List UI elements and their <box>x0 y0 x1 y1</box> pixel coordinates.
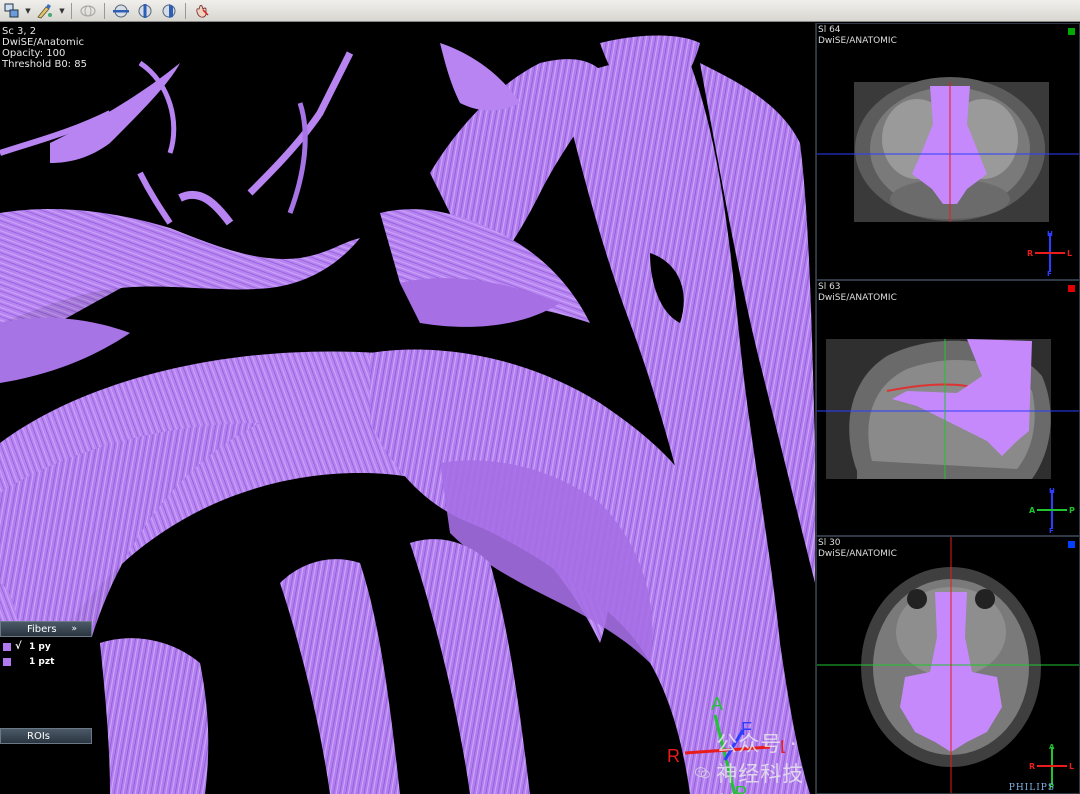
fiber-item[interactable]: 1 pzt <box>0 654 92 669</box>
slice-pane-sagittal[interactable]: Sl 63 DwiSE/ANATOMIC H A P F <box>816 280 1080 536</box>
axis-top-label: H <box>1047 230 1053 238</box>
axis-right-label: P <box>1069 506 1075 515</box>
orientation-mini-sagittal: H A P F <box>1029 487 1075 535</box>
rois-panel-header[interactable]: ROIs <box>0 728 92 744</box>
sphere-icon <box>80 4 96 17</box>
fiber-item[interactable]: √ 1 py <box>0 639 92 654</box>
slice-coronal-button[interactable] <box>158 2 180 20</box>
axis-top-label: A <box>1049 743 1055 751</box>
opacity-label: Opacity: 100 <box>2 48 66 59</box>
axis-top-label: H <box>1049 487 1055 495</box>
orientation-mini-coronal: H R L F <box>1027 230 1072 278</box>
view-layout-icon <box>4 3 19 17</box>
slice-coronal-icon <box>162 3 176 18</box>
tractography-3d-view[interactable]: Sc 3, 2 DwiSE/Anatomic Opacity: 100 Thre… <box>0 23 816 794</box>
slice-axial-button[interactable] <box>110 2 132 20</box>
slice-sagittal-button[interactable] <box>134 2 156 20</box>
hand-pan-button[interactable] <box>191 2 213 20</box>
series-label: DwiSE/Anatomic <box>2 37 85 48</box>
view-info-overlay: Sc 3, 2 DwiSE/Anatomic Opacity: 100 Thre… <box>2 26 87 70</box>
fibers-panel: Fibers » √ 1 py 1 pzt ROIs <box>0 621 92 794</box>
wechat-icon <box>695 767 710 779</box>
axis-bottom-label: F <box>1047 270 1052 278</box>
axis-right-label: L <box>1067 249 1072 258</box>
scan-label: Sc 3, 2 <box>2 26 37 37</box>
axis-right-label: L <box>1069 762 1074 771</box>
fiber-color-swatch[interactable] <box>3 657 11 666</box>
watermark-text: 公众号 · 神经科技前沿 <box>716 732 805 794</box>
axis-label-anterior: A <box>711 694 723 714</box>
axis-left-label: R <box>1027 249 1033 258</box>
slice-pane-axial[interactable]: Sl 30 DwiSE/ANATOMIC A R L P PHILIPS <box>816 536 1080 794</box>
slice-pane-coronal[interactable]: Sl 64 DwiSE/ANATOMIC H R L F <box>816 23 1080 280</box>
fiber-item-label: 1 pzt <box>29 656 55 667</box>
view-layout-dropdown[interactable]: ▼ <box>24 2 32 20</box>
fiber-draw-button[interactable] <box>34 2 56 20</box>
toolbar: ▼ ▼ <box>0 0 1080 22</box>
expand-icon[interactable]: » <box>71 624 77 634</box>
fibers-panel-header[interactable]: Fibers » <box>0 621 92 637</box>
slice-sagittal-icon <box>138 3 152 18</box>
rois-panel-title: ROIs <box>27 730 50 742</box>
toolbar-separator <box>104 2 105 19</box>
toolbar-separator <box>185 2 186 19</box>
axis-left-label: A <box>1029 506 1036 515</box>
toolbar-separator <box>71 2 72 19</box>
fiber-visible-checkbox[interactable]: √ <box>15 641 25 652</box>
hand-pan-icon <box>196 4 209 18</box>
fiber-draw-dropdown[interactable]: ▼ <box>58 2 66 20</box>
fiber-draw-icon <box>37 3 52 18</box>
fiber-color-swatch[interactable] <box>3 642 11 651</box>
axis-label-right: R <box>667 746 680 766</box>
axis-left-label: R <box>1029 762 1035 771</box>
threshold-label: Threshold B0: 85 <box>2 59 87 70</box>
fiber-item-label: 1 py <box>29 641 51 652</box>
fibers-panel-title: Fibers <box>27 623 57 635</box>
philips-logo: PHILIPS <box>1008 783 1055 793</box>
view-layout-button[interactable] <box>2 2 22 20</box>
axis-bottom-label: F <box>1049 527 1054 535</box>
slice-axial-icon <box>113 4 129 17</box>
watermark: 公众号 · 神经科技前沿 <box>695 728 815 794</box>
sphere-button[interactable] <box>77 2 99 20</box>
